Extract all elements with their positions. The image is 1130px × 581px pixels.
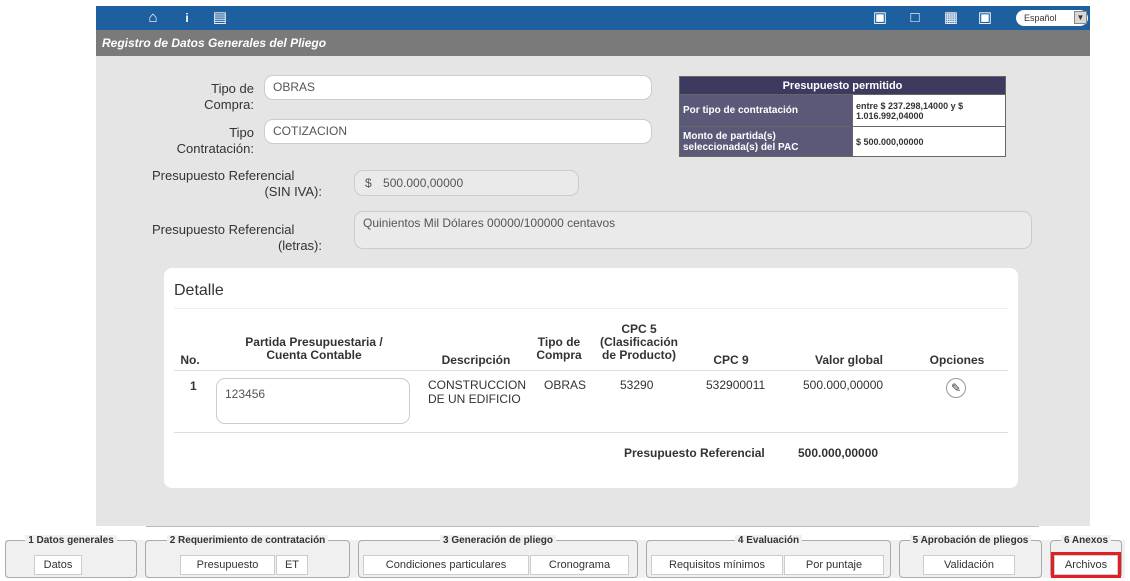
- total-label: Presupuesto Referencial: [624, 446, 765, 460]
- step-evaluacion: 4 Evaluación Requisitos mínimos Por punt…: [646, 535, 891, 578]
- col-partida: Partida Presupuestaria / Cuenta Contable: [245, 335, 383, 362]
- new-document-icon[interactable]: □: [906, 9, 924, 27]
- requisitos-button[interactable]: Requisitos mínimos: [651, 555, 783, 575]
- currency-symbol: $: [365, 176, 372, 190]
- form-icon[interactable]: ▣: [871, 9, 889, 27]
- wizard-bar: 1 Datos generales Datos 2 Requerimiento …: [0, 526, 1130, 581]
- step1-label: 1 Datos generales: [25, 535, 117, 546]
- step-anexos: 6 Anexos Archivos: [1050, 535, 1122, 578]
- document-icon[interactable]: ▤: [211, 9, 229, 27]
- chevron-down-icon[interactable]: ▼: [1074, 11, 1087, 24]
- puntaje-button[interactable]: Por puntaje: [784, 555, 884, 575]
- step4-label: 4 Evaluación: [734, 535, 803, 546]
- row-tipo: OBRAS: [544, 378, 587, 392]
- step-requerimiento: 2 Requerimiento de contratación Presupue…: [145, 535, 350, 578]
- language-value: Español: [1024, 13, 1057, 23]
- col-valor-global: Valor global: [814, 353, 883, 367]
- row-no: 1: [190, 379, 197, 393]
- page-title-bar: Registro de Datos Generales del Pliego: [96, 30, 1090, 56]
- step-datos-generales: 1 Datos generales Datos: [5, 535, 137, 578]
- main-form: Tipo de Compra: OBRAS Tipo Contratación: C…: [96, 56, 1090, 526]
- col-tipo-compra: Tipo de Compra: [536, 335, 582, 362]
- edit-pencil-icon[interactable]: ✎: [946, 378, 966, 398]
- budget-row1-label: Por tipo de contratación: [679, 94, 853, 127]
- budget-row2-label: Monto de partida(s) seleccionada(s) del …: [679, 126, 853, 157]
- info-icon[interactable]: i: [178, 9, 196, 27]
- top-toolbar: ⌂ i ▤ ▣ □ ▦ ▣ Español ▼: [96, 6, 1090, 30]
- col-descripcion: Descripción: [441, 353, 511, 367]
- save-icon[interactable]: ▦: [942, 9, 960, 27]
- step2-label: 2 Requerimiento de contratación: [166, 535, 329, 546]
- step6-label: 6 Anexos: [1060, 535, 1112, 546]
- col-cpc5: CPC 5 (Clasificación de Producto): [599, 322, 679, 362]
- tipo-compra-label: Tipo de Compra:: [204, 81, 254, 112]
- tipo-compra-field[interactable]: OBRAS: [264, 75, 652, 100]
- col-no: No.: [180, 353, 200, 367]
- budget-table: Presupuesto permitido Por tipo de contra…: [679, 76, 1006, 157]
- signature-icon[interactable]: ▣: [976, 9, 994, 27]
- step3-label: 3 Generación de pliego: [439, 535, 557, 546]
- detail-divider: [174, 308, 1008, 309]
- wizard-divider: [146, 526, 1039, 527]
- header-divider: [174, 370, 1008, 371]
- presupuesto-field[interactable]: $ 500.000,00000: [354, 170, 579, 196]
- letras-field[interactable]: Quinientos Mil Dólares 00000/100000 cent…: [354, 211, 1032, 249]
- page-title: Registro de Datos Generales del Pliego: [102, 36, 327, 50]
- tipo-contratacion-field[interactable]: COTIZACION: [264, 119, 652, 144]
- cronograma-button[interactable]: Cronograma: [530, 555, 629, 575]
- letras-label: Presupuesto Referencial (letras):: [152, 222, 322, 253]
- step-aprobacion: 5 Aprobación de pliegos Validación: [899, 535, 1042, 578]
- row-descripcion: CONSTRUCCION DE UN EDIFICIO: [428, 378, 526, 406]
- row-divider: [174, 432, 1008, 433]
- datos-button[interactable]: Datos: [34, 555, 82, 575]
- detail-panel: Detalle No. Partida Presupuestaria / Cue…: [164, 268, 1018, 488]
- presupuesto-button[interactable]: Presupuesto: [180, 555, 275, 575]
- row-valor: 500.000,00000: [803, 378, 884, 392]
- condiciones-button[interactable]: Condiciones particulares: [363, 555, 529, 575]
- budget-row1-value: entre $ 237.298,14000 y $ 1.016.992,0400…: [852, 94, 1006, 127]
- presupuesto-value: 500.000,00000: [383, 176, 464, 190]
- col-opciones: Opciones: [929, 353, 985, 367]
- validacion-button[interactable]: Validación: [923, 555, 1015, 575]
- total-value: 500.000,00000: [798, 446, 879, 460]
- et-button[interactable]: ET: [276, 555, 308, 575]
- language-select[interactable]: Español ▼: [1016, 10, 1088, 26]
- row-cpc5: 53290: [620, 378, 654, 392]
- presupuesto-label: Presupuesto Referencial (SIN IVA):: [152, 168, 322, 199]
- home-icon[interactable]: ⌂: [144, 9, 162, 27]
- archivos-button[interactable]: Archivos: [1051, 552, 1121, 578]
- budget-header: Presupuesto permitido: [679, 76, 1006, 95]
- detail-title: Detalle: [174, 282, 224, 299]
- step5-label: 5 Aprobación de pliegos: [909, 535, 1032, 546]
- budget-row2-value: $ 500.000,00000: [852, 126, 1006, 157]
- partida-input[interactable]: 123456: [216, 378, 410, 424]
- col-cpc9: CPC 9: [713, 353, 749, 367]
- tipo-contratacion-label: Tipo Contratación:: [176, 125, 254, 156]
- step-container: 1 Datos generales Datos 2 Requerimiento …: [5, 535, 1125, 578]
- row-cpc9: 532900011: [706, 378, 766, 392]
- step-generacion: 3 Generación de pliego Condiciones parti…: [358, 535, 638, 578]
